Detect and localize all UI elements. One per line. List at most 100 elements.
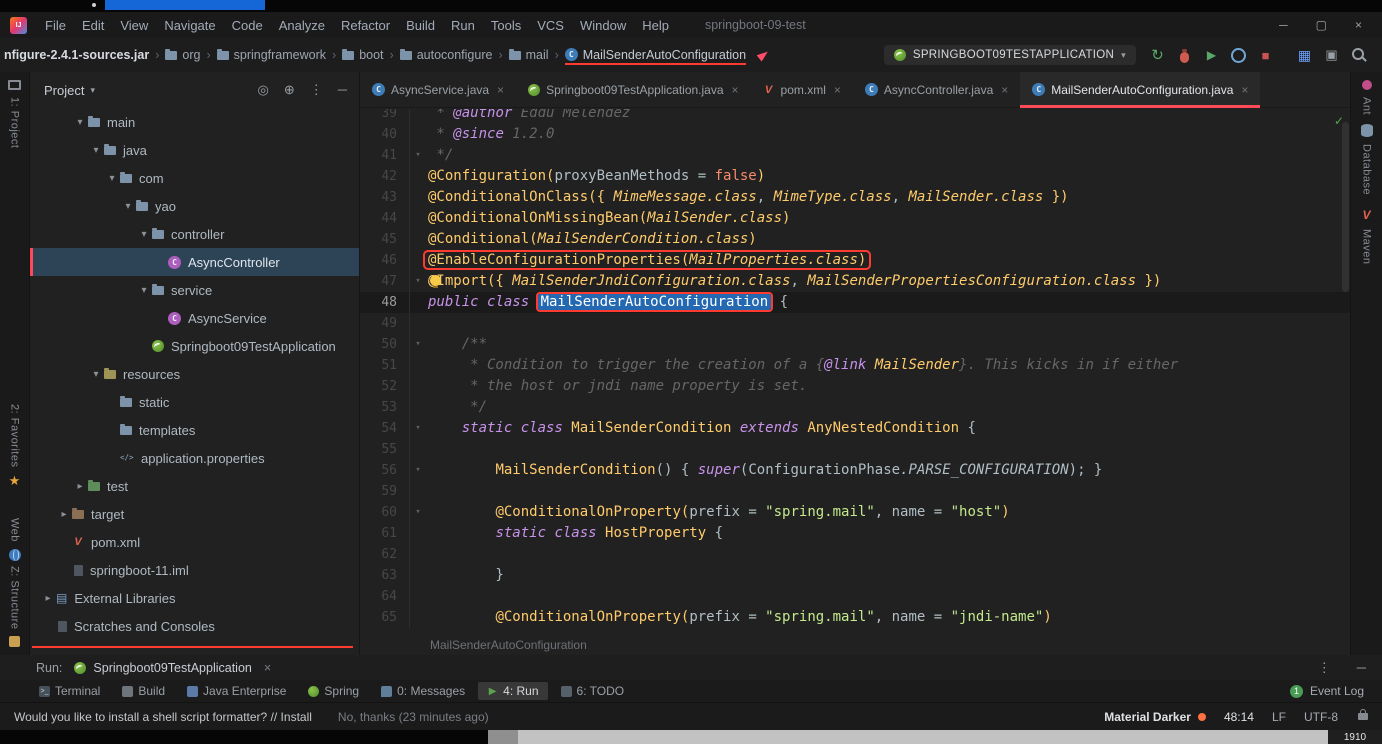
tree-item-java[interactable]: ▾ java [30,136,359,164]
code-line-44[interactable]: 44 @ConditionalOnMissingBean(MailSender.c… [360,208,1350,229]
code-line-42[interactable]: 42 @Configuration(proxyBeanMethods = fals… [360,166,1350,187]
close-run-tab-icon[interactable]: × [264,661,271,675]
run-panel-tab[interactable]: Springboot09TestApplication × [74,661,271,675]
status-dismiss-link[interactable]: No, thanks (23 minutes ago) [338,710,489,724]
editor-scrollbar[interactable] [1342,122,1349,292]
tool-window-button-6-todo[interactable]: 6: TODO [552,682,634,700]
breadcrumb-springframework[interactable]: springframework [216,48,326,62]
code-line-65[interactable]: 65 @ConditionalOnProperty(prefix = "spri… [360,607,1350,628]
tree-item-controller[interactable]: ▾ controller [30,220,359,248]
profiler-icon[interactable] [1227,44,1250,67]
project-panel-title[interactable]: Project [44,83,84,98]
close-tab-icon[interactable]: × [834,83,841,97]
tool-stripe-web[interactable]: Web [0,518,29,561]
code-line-41[interactable]: 41 ▾ */ [360,145,1350,166]
editor-breadcrumb-label[interactable]: MailSenderAutoConfiguration [430,638,587,652]
close-button[interactable]: × [1355,18,1362,32]
intention-bulb-icon[interactable] [430,275,441,288]
tree-chevron-icon[interactable]: ▾ [88,145,104,156]
encoding-widget[interactable]: UTF-8 [1304,710,1338,724]
menu-item-help[interactable]: Help [634,18,677,33]
menu-item-build[interactable]: Build [398,18,443,33]
code-line-63[interactable]: 63 } [360,565,1350,586]
tree-item-test[interactable]: ▸ test [30,472,359,500]
code-line-64[interactable]: 64 [360,586,1350,607]
debug-icon[interactable] [1173,44,1196,67]
stop-icon[interactable]: ■ [1254,44,1277,67]
line-separator-widget[interactable]: LF [1272,710,1286,724]
editor-tab-asynccontroller-java[interactable]: C AsyncController.java × [853,72,1020,107]
menu-item-tools[interactable]: Tools [483,18,529,33]
tree-item-service[interactable]: ▾ service [30,276,359,304]
tool-window-button-java-enterprise[interactable]: Java Enterprise [178,682,295,700]
tree-item-templates[interactable]: templates [30,416,359,444]
editor-breadcrumb[interactable]: MailSenderAutoConfiguration [360,635,1350,655]
tree-chevron-icon[interactable]: ▾ [72,117,88,128]
tree-chevron-icon[interactable]: ▾ [136,285,152,296]
code-line-51[interactable]: 51 * Condition to trigger the creation o… [360,355,1350,376]
breadcrumb-boot[interactable]: boot [342,48,384,62]
more-options-icon[interactable]: ⋮ [1318,660,1331,676]
code-line-46[interactable]: 46 @EnableConfigurationProperties(MailPro… [360,250,1350,271]
code-line-55[interactable]: 55 [360,439,1350,460]
code-line-45[interactable]: 45 @Conditional(MailSenderCondition.class… [360,229,1350,250]
tool-window-button-spring[interactable]: Spring [299,682,368,700]
editor-tab-mailsenderautoconfiguration-java[interactable]: C MailSenderAutoConfiguration.java × [1020,72,1261,108]
tree-item-external-libraries[interactable]: ▸ ▤ External Libraries [30,584,359,612]
breadcrumb-mailsenderautoconfiguration[interactable]: C MailSenderAutoConfiguration [564,48,746,63]
tool-stripe-database[interactable]: Database [1351,124,1382,195]
theme-widget[interactable]: Material Darker [1104,710,1206,724]
hide-panel-icon[interactable]: ─ [1357,660,1366,676]
status-message[interactable]: Would you like to install a shell script… [14,710,312,724]
code-line-49[interactable]: 49 [360,313,1350,334]
fold-marker-icon[interactable]: ▾ [410,334,426,355]
fold-marker-icon[interactable]: ▾ [410,271,426,292]
breadcrumb-autoconfigure[interactable]: autoconfigure [399,48,492,62]
menu-item-edit[interactable]: Edit [74,18,112,33]
tree-chevron-icon[interactable]: ▾ [120,201,136,212]
tool-stripe-ant[interactable]: Ant [1351,80,1382,115]
code-line-54[interactable]: 54 ▾ static class MailSenderCondition ext… [360,418,1350,439]
close-tab-icon[interactable]: × [497,83,504,97]
tool-window-button-terminal[interactable]: >_ Terminal [30,682,109,700]
tool-window-button-build[interactable]: Build [113,682,174,700]
code-line-43[interactable]: 43 @ConditionalOnClass({ MimeMessage.clas… [360,187,1350,208]
locate-file-icon[interactable]: ◎ [258,82,269,98]
tree-item-application-properties[interactable]: </> application.properties [30,444,359,472]
run-tab-label[interactable]: Springboot09TestApplication [93,661,251,675]
tree-item-target[interactable]: ▸ target [30,500,359,528]
tree-item-asyncservice[interactable]: C AsyncService [30,304,359,332]
tree-item-yao[interactable]: ▾ yao [30,192,359,220]
rerun-icon[interactable]: ↻ [1146,44,1169,67]
code-line-50[interactable]: 50 ▾ /** [360,334,1350,355]
editor-tab-springboot09testapplication-java[interactable]: Springboot09TestApplication.java × [516,72,750,107]
close-tab-icon[interactable]: × [732,83,739,97]
maximize-button[interactable]: ▢ [1316,18,1327,32]
code-line-62[interactable]: 62 [360,544,1350,565]
expand-all-icon[interactable]: ⊕ [284,82,295,98]
fold-marker-icon[interactable]: ▾ [410,418,426,439]
caret-position-widget[interactable]: 48:14 [1224,710,1254,724]
tool-stripe-maven[interactable]: V Maven [1351,208,1382,265]
tree-chevron-icon[interactable]: ▸ [72,481,88,492]
tree-item-springboot-11-iml[interactable]: springboot-11.iml [30,556,359,584]
menu-item-code[interactable]: Code [224,18,271,33]
tree-chevron-icon[interactable]: ▾ [104,173,120,184]
fold-marker-icon[interactable]: ▾ [410,145,426,166]
menu-item-navigate[interactable]: Navigate [156,18,223,33]
code-viewport[interactable]: 39 * @author Eddú Meléndez 40 * @since 1.… [360,109,1350,635]
tree-item-static[interactable]: static [30,388,359,416]
menu-item-window[interactable]: Window [572,18,634,33]
menu-item-refactor[interactable]: Refactor [333,18,398,33]
tool-window-button-0-messages[interactable]: 0: Messages [372,682,474,700]
tree-chevron-icon[interactable]: ▸ [56,509,72,520]
event-log-button[interactable]: 1 Event Log [1289,684,1382,698]
breadcrumb-mail[interactable]: mail [508,48,549,62]
tree-chevron-icon[interactable]: ▸ [40,593,56,604]
menu-item-run[interactable]: Run [443,18,483,33]
tree-item-pom-xml[interactable]: Vpom.xml [30,528,359,556]
code-line-52[interactable]: 52 * the host or jndi name property is s… [360,376,1350,397]
tree-chevron-icon[interactable]: ▾ [88,369,104,380]
tree-item-resources[interactable]: ▾ resources [30,360,359,388]
editor-tab-pom-xml[interactable]: Vpom.xml × [751,72,853,107]
